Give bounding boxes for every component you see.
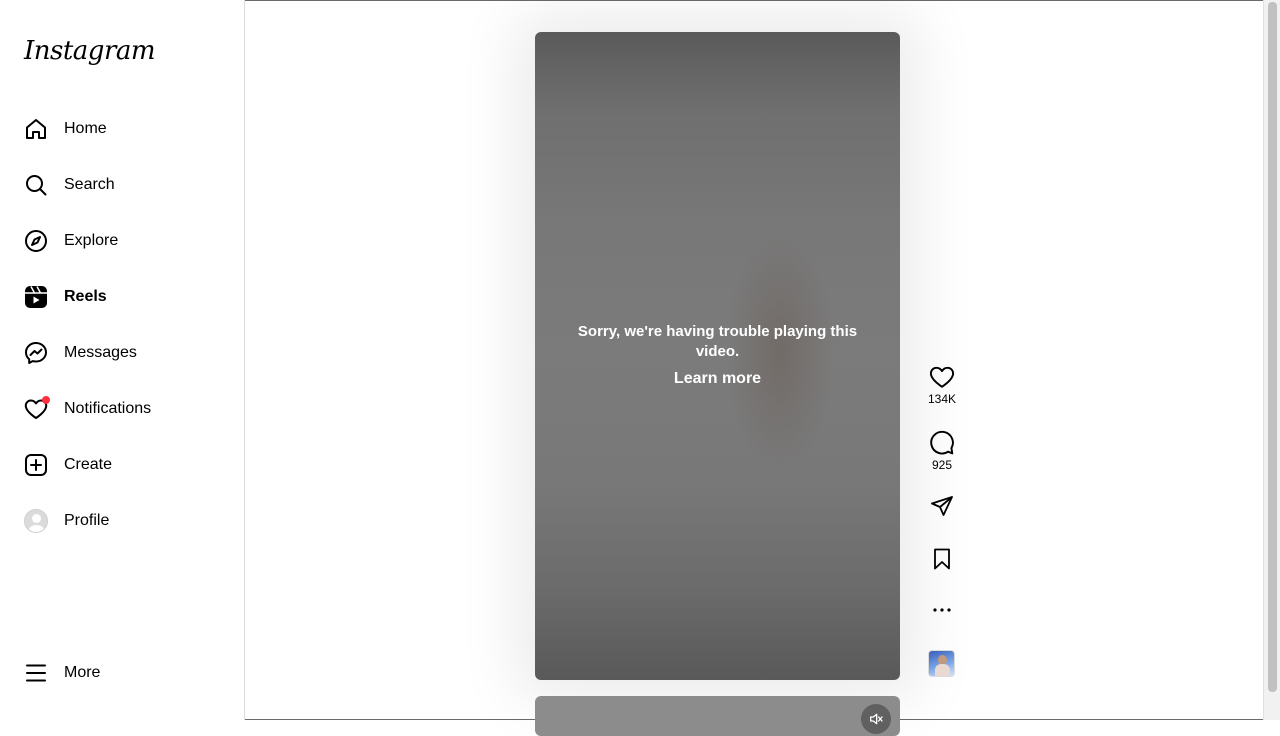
sidebar-item-home[interactable]: Home	[12, 105, 233, 153]
comment-count: 925	[931, 458, 953, 472]
reels-icon	[24, 285, 48, 309]
messenger-icon	[24, 341, 48, 365]
sidebar-item-label: Profile	[64, 512, 110, 529]
sidebar-item-label: Notifications	[64, 400, 152, 417]
save-button[interactable]	[922, 547, 962, 571]
sidebar-item-create[interactable]: Create	[12, 441, 233, 489]
home-icon	[24, 117, 48, 141]
more-options-button[interactable]	[922, 600, 962, 620]
send-icon	[931, 496, 953, 516]
share-button[interactable]	[922, 494, 962, 518]
comment-button[interactable]: 925	[922, 430, 962, 472]
hamburger-menu-icon	[24, 661, 48, 685]
sidebar-item-label: Home	[64, 120, 107, 137]
next-reel-video[interactable]	[535, 696, 900, 736]
sidebar-item-label: Search	[64, 176, 115, 193]
sidebar-item-more[interactable]: More	[12, 649, 233, 697]
notification-badge	[42, 396, 50, 404]
sidebar-item-label: Create	[64, 456, 113, 473]
speaker-muted-icon	[870, 713, 883, 725]
sidebar: Instagram Home Search Explore Reels Mess…	[0, 0, 245, 720]
scrollbar-thumb[interactable]	[1268, 2, 1277, 692]
sidebar-item-label: Explore	[64, 232, 119, 249]
mute-button[interactable]	[861, 704, 891, 734]
sidebar-item-messages[interactable]: Messages	[12, 329, 233, 377]
learn-more-link[interactable]: Learn more	[535, 370, 900, 388]
compass-icon	[24, 229, 48, 253]
heart-icon	[929, 366, 955, 388]
plus-square-icon	[24, 453, 48, 477]
sidebar-item-label: Reels	[64, 288, 107, 305]
sidebar-item-label: More	[64, 664, 101, 681]
avatar	[24, 509, 48, 533]
video-error-message: Sorry, we're having trouble playing this…	[577, 323, 858, 360]
heart-icon	[24, 396, 50, 421]
sidebar-item-explore[interactable]: Explore	[12, 217, 233, 265]
sidebar-item-label: Messages	[64, 344, 137, 361]
sidebar-item-profile[interactable]: Profile	[12, 497, 233, 545]
sidebar-item-notifications[interactable]: Notifications	[12, 385, 233, 433]
instagram-logo[interactable]: Instagram	[24, 36, 156, 66]
ellipsis-icon	[933, 608, 951, 612]
bookmark-icon	[934, 548, 950, 570]
reel-video-player[interactable]: Sorry, we're having trouble playing this…	[535, 32, 900, 680]
like-count: 134K	[927, 392, 957, 406]
reel-owner-avatar[interactable]	[928, 650, 955, 677]
like-button[interactable]: 134K	[922, 364, 962, 406]
page-scrollbar[interactable]	[1263, 0, 1280, 720]
sidebar-item-reels[interactable]: Reels	[12, 273, 233, 321]
comment-icon	[930, 430, 954, 455]
sidebar-item-search[interactable]: Search	[12, 161, 233, 209]
search-icon	[24, 173, 48, 197]
